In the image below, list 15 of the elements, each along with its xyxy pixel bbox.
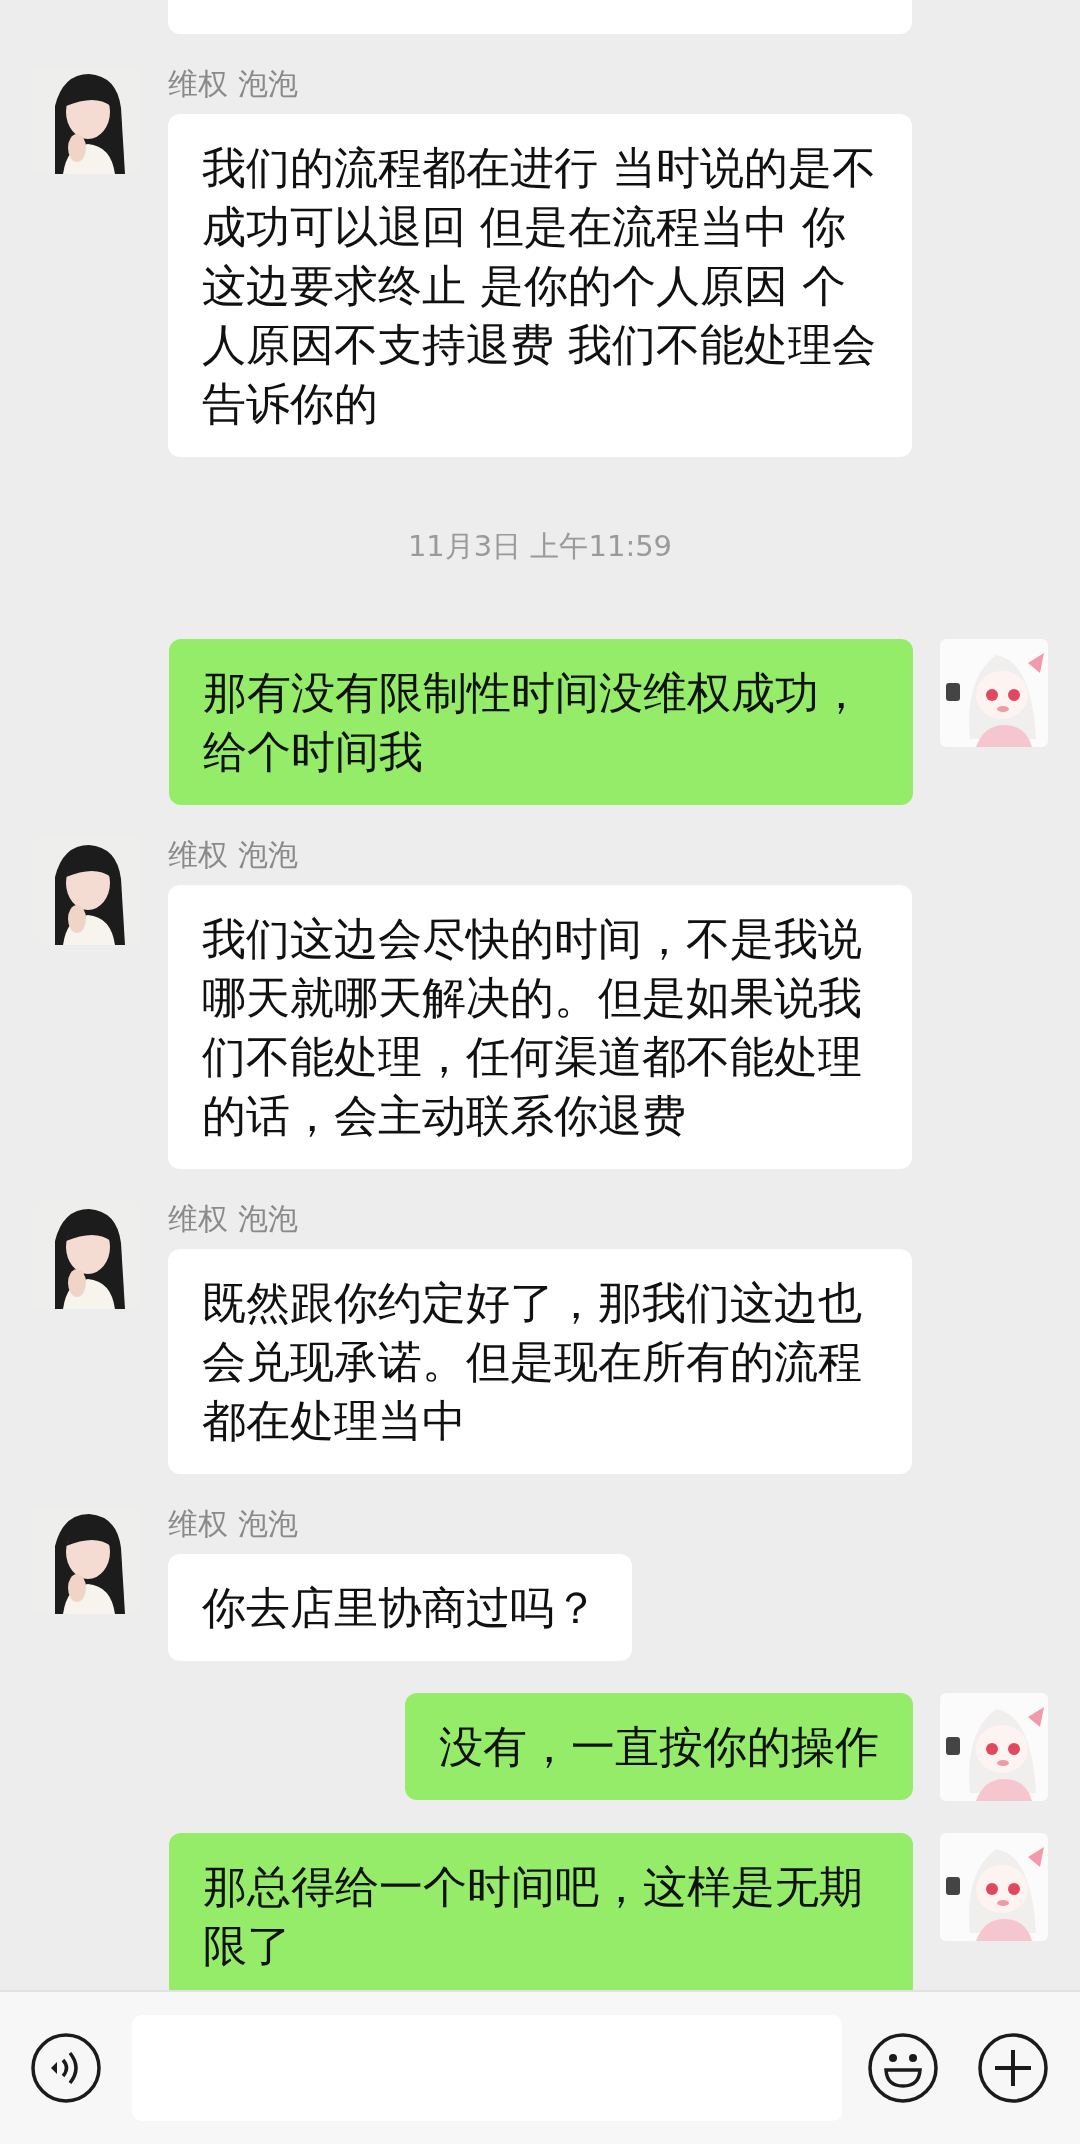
sender-name: 维权 泡泡	[168, 1201, 298, 1237]
timestamp: 11月3日 上午11:59	[407, 528, 673, 565]
add-icon[interactable]	[977, 2032, 1049, 2104]
message-bubble: 我们的流程都在进行 当时说的是不成功可以退回 但是在流程当中 你这边要求终止 是你的个人原因 个人原因不支持退费 我们不能处理会告诉你的	[168, 114, 912, 457]
sender-name: 维权 泡泡	[168, 837, 298, 873]
sender-name: 维权 泡泡	[168, 66, 298, 102]
message-bubble: 你去店里协商过吗？	[168, 1554, 632, 1661]
message-bubble: 那总得给一个时间吧，这样是无期限了	[169, 1833, 913, 1990]
message-bubble: 没有，一直按你的操作	[405, 1693, 913, 1800]
message-bubble: 那有没有限制性时间没维权成功，给个时间我	[169, 639, 913, 805]
sender-name: 维权 泡泡	[168, 1506, 298, 1542]
message-bubble: 我们这边会尽快的时间，不是我说哪天就哪天解决的。但是如果说我们不能处理，任何渠道都不能处理的话，会主动联系你退费	[168, 885, 912, 1169]
emoji-icon[interactable]	[867, 2032, 939, 2104]
voice-icon[interactable]	[30, 2032, 102, 2104]
message-bubble: 既然跟你约定好了，那我们这边也会兑现承诺。但是现在所有的流程都在处理当中	[168, 1249, 912, 1474]
